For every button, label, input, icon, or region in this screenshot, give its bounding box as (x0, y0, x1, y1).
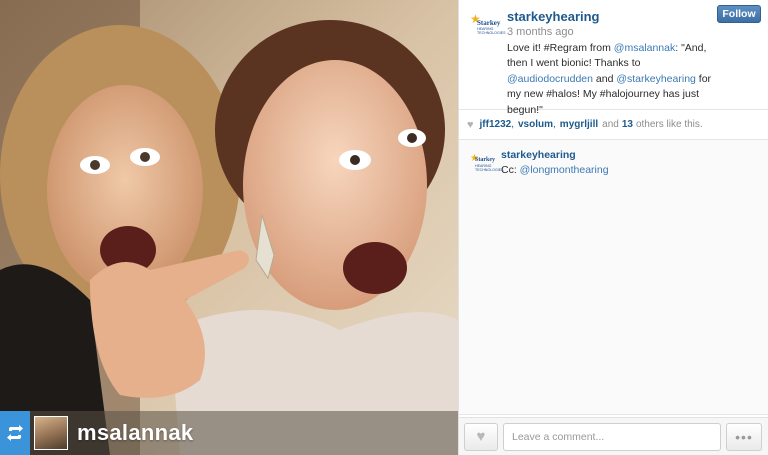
more-options-button[interactable]: ••• (726, 422, 762, 451)
likes-and-label: and (602, 119, 619, 130)
retweet-arrows-icon (0, 411, 30, 455)
heart-icon: ♥ (467, 118, 474, 131)
regram-avatar[interactable] (34, 416, 68, 450)
comments-list: ★ Starkey HEARING TECHNOLOGIES starkeyhe… (459, 140, 768, 415)
post-photo[interactable]: msalannak (0, 0, 458, 455)
comment-body: starkeyhearing Cc: @longmonthearing (501, 148, 609, 178)
comment-input[interactable] (503, 422, 721, 451)
ellipsis-icon: ••• (735, 428, 753, 445)
comment-item: ★ Starkey HEARING TECHNOLOGIES starkeyhe… (469, 148, 760, 178)
post-details-panel: ★ Starkey HEARING TECHNOLOGIES starkeyhe… (458, 0, 768, 455)
comment-text: Cc: @longmonthearing (501, 164, 609, 176)
liker-link[interactable]: jff1232 (480, 119, 512, 130)
photo-scene (0, 0, 458, 455)
like-button[interactable]: ♥ (464, 422, 498, 451)
likes-suffix: others like this. (635, 119, 703, 130)
comment-author-link[interactable]: starkeyhearing (501, 148, 609, 162)
post-header: ★ Starkey HEARING TECHNOLOGIES starkeyhe… (459, 0, 768, 116)
regram-username[interactable]: msalannak (77, 420, 193, 446)
liker-link[interactable]: mygrljill (560, 119, 598, 130)
post-actions-bar: ♥ ••• (459, 417, 768, 455)
follow-button[interactable]: Follow (717, 5, 761, 23)
mention-link[interactable]: @longmonthearing (520, 164, 609, 176)
instagram-post-view: msalannak ★ Starkey HEARING TECHNOLOGIES… (0, 0, 768, 455)
starkey-star-logo-icon[interactable]: ★ Starkey HEARING TECHNOLOGIES (469, 10, 506, 40)
mention-link[interactable]: @starkeyhearing (616, 73, 696, 85)
post-header-text: starkeyhearing 3 months ago Love it! #Re… (507, 8, 725, 116)
heart-icon: ♥ (476, 428, 486, 445)
mention-link[interactable]: @msalannak (614, 42, 675, 54)
mention-link[interactable]: @audiodocrudden (507, 73, 593, 85)
liker-link[interactable]: vsolum (518, 119, 553, 130)
likes-others-count[interactable]: 13 (622, 119, 633, 130)
regram-attribution-bar[interactable]: msalannak (0, 411, 458, 455)
post-timestamp: 3 months ago (507, 26, 574, 38)
post-author-link[interactable]: starkeyhearing (507, 8, 725, 25)
starkey-star-logo-icon[interactable]: ★ Starkey HEARING TECHNOLOGIES (469, 150, 504, 174)
post-caption: Love it! #Regram from @msalannak: "And, … (507, 42, 712, 116)
